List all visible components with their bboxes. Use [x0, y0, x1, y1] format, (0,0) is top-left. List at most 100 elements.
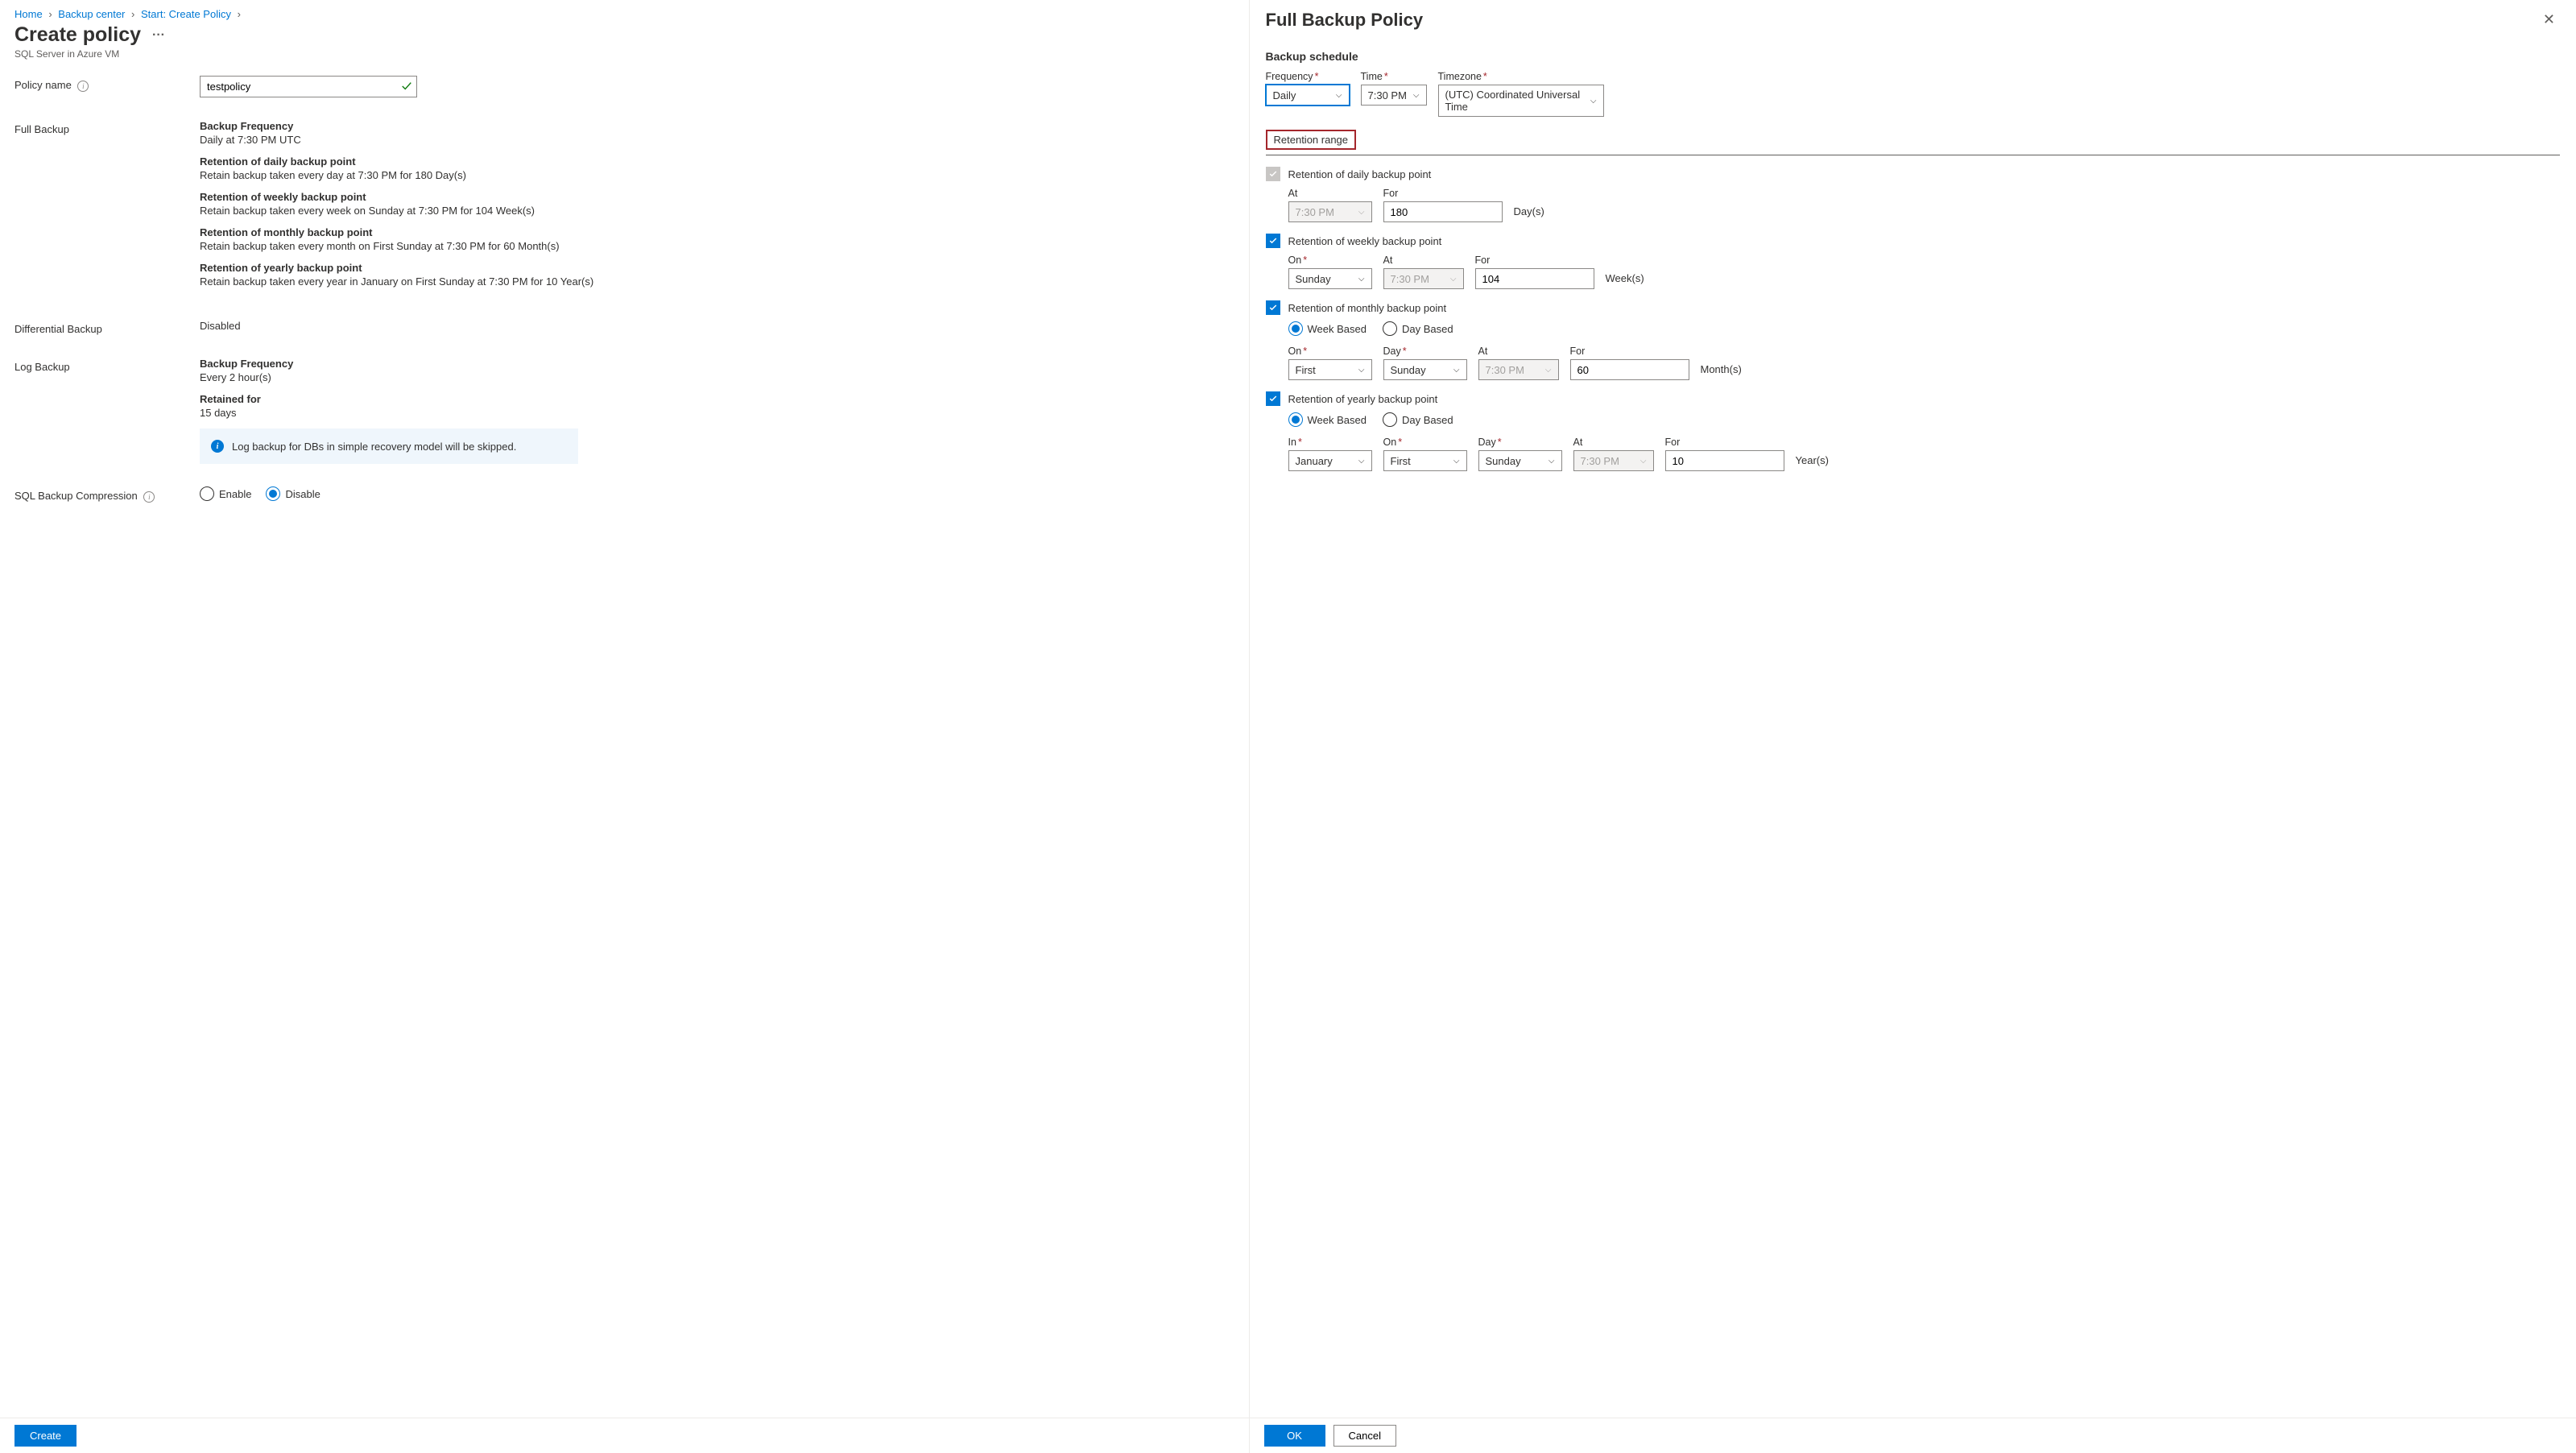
full-backup-frequency-text: Daily at 7:30 PM UTC	[200, 134, 1234, 146]
differential-backup-label: Differential Backup	[14, 320, 200, 335]
weekly-for-input[interactable]	[1475, 268, 1594, 289]
chevron-down-icon: ⌵	[1336, 91, 1342, 100]
yearly-retention-text: Retain backup taken every year in Januar…	[200, 275, 1234, 288]
monthly-on-select[interactable]: First⌵	[1288, 359, 1372, 380]
yearly-retention-label: Retention of yearly backup point	[1288, 393, 1438, 405]
yearly-for-input[interactable]	[1665, 450, 1784, 471]
log-backup-retained-title: Retained for	[200, 393, 1234, 405]
daily-retention-title: Retention of daily backup point	[200, 155, 1234, 168]
yearly-at-label: At	[1573, 437, 1654, 448]
weekly-on-select[interactable]: Sunday⌵	[1288, 268, 1372, 289]
monthly-for-input[interactable]	[1570, 359, 1689, 380]
chevron-down-icon: ⌵	[1358, 275, 1365, 284]
close-icon[interactable]: ✕	[2538, 10, 2560, 30]
chevron-down-icon: ⌵	[1413, 91, 1420, 100]
chevron-down-icon: ⌵	[1358, 366, 1365, 375]
log-backup-frequency-title: Backup Frequency	[200, 358, 1234, 370]
ok-button[interactable]: OK	[1264, 1425, 1325, 1447]
chevron-down-icon: ⌵	[1450, 275, 1457, 284]
chevron-down-icon: ⌵	[1453, 366, 1460, 375]
chevron-down-icon: ⌵	[1453, 457, 1460, 466]
create-button[interactable]: Create	[14, 1425, 76, 1447]
weekly-retention-checkbox[interactable]	[1266, 234, 1280, 248]
cancel-button[interactable]: Cancel	[1333, 1425, 1396, 1447]
chevron-down-icon: ⌵	[1548, 457, 1555, 466]
monthly-retention-checkbox[interactable]	[1266, 300, 1280, 315]
timezone-label: Timezone	[1438, 71, 1482, 82]
daily-at-select: 7:30 PM⌵	[1288, 201, 1372, 222]
daily-for-input[interactable]	[1383, 201, 1503, 222]
compression-disable-radio[interactable]: Disable	[266, 486, 320, 501]
breadcrumb-home[interactable]: Home	[14, 8, 43, 20]
sql-backup-compression-label: SQL Backup Compression	[14, 490, 138, 502]
frequency-select[interactable]: Daily⌵	[1266, 85, 1350, 106]
breadcrumb-backup-center[interactable]: Backup center	[58, 8, 125, 20]
yearly-retention-checkbox[interactable]	[1266, 391, 1280, 406]
full-backup-label: Full Backup	[14, 120, 200, 297]
weekly-at-label: At	[1383, 255, 1464, 266]
weekly-retention-title: Retention of weekly backup point	[200, 191, 1234, 203]
info-icon[interactable]: i	[143, 491, 155, 503]
weekly-on-label: On	[1288, 255, 1302, 266]
monthly-day-based-radio[interactable]: Day Based	[1383, 321, 1453, 336]
info-icon[interactable]: i	[77, 81, 89, 92]
time-select[interactable]: 7:30 PM⌵	[1361, 85, 1427, 106]
breadcrumb: Home › Backup center › Start: Create Pol…	[0, 0, 1249, 22]
chevron-down-icon: ⌵	[1590, 97, 1597, 106]
yearly-on-select[interactable]: First⌵	[1383, 450, 1467, 471]
monthly-retention-text: Retain backup taken every month on First…	[200, 240, 1234, 252]
monthly-retention-title: Retention of monthly backup point	[200, 226, 1234, 238]
policy-name-label: Policy name	[14, 79, 72, 91]
monthly-at-label: At	[1478, 346, 1559, 357]
page-title: Create policy	[14, 23, 141, 47]
monthly-at-select: 7:30 PM⌵	[1478, 359, 1559, 380]
weekly-at-select: 7:30 PM⌵	[1383, 268, 1464, 289]
compression-disable-label: Disable	[285, 488, 320, 500]
monthly-for-label: For	[1570, 346, 1689, 357]
log-backup-label: Log Backup	[14, 358, 200, 464]
daily-retention-text: Retain backup taken every day at 7:30 PM…	[200, 169, 1234, 181]
info-banner-text: Log backup for DBs in simple recovery mo…	[232, 441, 516, 453]
compression-enable-label: Enable	[219, 488, 251, 500]
yearly-on-label: On	[1383, 437, 1397, 448]
daily-unit: Day(s)	[1514, 205, 1544, 222]
log-backup-frequency-text: Every 2 hour(s)	[200, 371, 1234, 383]
retention-range-title: Retention range	[1266, 130, 1357, 150]
yearly-week-based-radio[interactable]: Week Based	[1288, 412, 1367, 427]
yearly-day-based-radio[interactable]: Day Based	[1383, 412, 1453, 427]
chevron-right-icon: ›	[238, 8, 241, 20]
yearly-in-select[interactable]: January⌵	[1288, 450, 1372, 471]
weekly-retention-text: Retain backup taken every week on Sunday…	[200, 205, 1234, 217]
yearly-at-select: 7:30 PM⌵	[1573, 450, 1654, 471]
full-backup-frequency-title: Backup Frequency	[200, 120, 1234, 132]
yearly-for-label: For	[1665, 437, 1784, 448]
monthly-day-select[interactable]: Sunday⌵	[1383, 359, 1467, 380]
compression-enable-radio[interactable]: Enable	[200, 486, 251, 501]
timezone-select[interactable]: (UTC) Coordinated Universal Time⌵	[1438, 85, 1604, 117]
daily-for-label: For	[1383, 188, 1503, 199]
daily-retention-label: Retention of daily backup point	[1288, 168, 1432, 180]
yearly-retention-title: Retention of yearly backup point	[200, 262, 1234, 274]
yearly-unit: Year(s)	[1796, 454, 1829, 471]
daily-retention-checkbox	[1266, 167, 1280, 181]
weekly-unit: Week(s)	[1606, 272, 1644, 289]
daily-at-label: At	[1288, 188, 1372, 199]
weekly-retention-label: Retention of weekly backup point	[1288, 235, 1442, 247]
monthly-unit: Month(s)	[1701, 363, 1742, 380]
chevron-right-icon: ›	[131, 8, 134, 20]
log-backup-retained-text: 15 days	[200, 407, 1234, 419]
yearly-in-label: In	[1288, 437, 1296, 448]
monthly-on-label: On	[1288, 346, 1302, 357]
weekly-for-label: For	[1475, 255, 1594, 266]
yearly-day-label: Day	[1478, 437, 1496, 448]
breadcrumb-start-create-policy[interactable]: Start: Create Policy	[141, 8, 231, 20]
chevron-right-icon: ›	[48, 8, 52, 20]
policy-name-input[interactable]	[200, 76, 417, 97]
yearly-day-select[interactable]: Sunday⌵	[1478, 450, 1562, 471]
monthly-day-label: Day	[1383, 346, 1401, 357]
chevron-down-icon: ⌵	[1358, 208, 1365, 217]
differential-backup-value: Disabled	[200, 320, 1234, 335]
monthly-week-based-radio[interactable]: Week Based	[1288, 321, 1367, 336]
more-actions-icon[interactable]: ···	[152, 28, 165, 43]
time-label: Time	[1361, 71, 1383, 82]
